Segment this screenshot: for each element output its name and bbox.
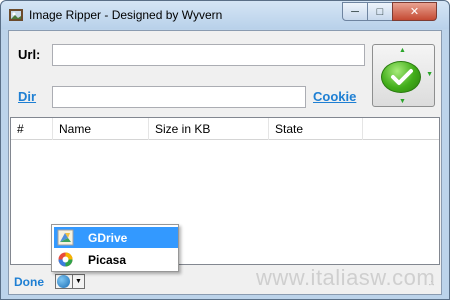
checkmark-icon (381, 61, 421, 93)
window-title: Image Ripper - Designed by Wyvern (29, 8, 223, 22)
gdrive-icon (57, 229, 74, 246)
column-header-size[interactable]: Size in KB (149, 118, 269, 140)
arrow-down-icon: ▼ (399, 98, 406, 105)
close-button[interactable]: ✕ (392, 2, 437, 21)
arrow-up-icon: ▲ (399, 47, 406, 54)
menu-item-label: Picasa (88, 253, 127, 267)
host-dropdown-menu: GDrive Picasa (51, 224, 179, 272)
globe-icon (57, 275, 70, 288)
url-input[interactable] (52, 44, 365, 66)
picasa-icon (58, 252, 73, 267)
dir-link[interactable]: Dir (18, 89, 36, 104)
column-header-state[interactable]: State (269, 118, 363, 140)
close-icon: ✕ (409, 6, 420, 18)
column-header-number[interactable]: # (11, 118, 53, 140)
menu-item-label: GDrive (88, 231, 128, 245)
minimize-icon: ─ (351, 5, 359, 18)
title-bar[interactable]: Image Ripper - Designed by Wyvern ─ □ ✕ (1, 1, 449, 29)
host-selector-button[interactable]: ▼ (55, 274, 85, 289)
menu-item-gdrive[interactable]: GDrive (54, 227, 178, 248)
cookie-link[interactable]: Cookie (313, 89, 356, 104)
column-header-name[interactable]: Name (53, 118, 149, 140)
start-button[interactable]: ▲ ▼ ▼ (372, 44, 435, 107)
dropdown-arrow-icon: ▼ (72, 275, 84, 288)
maximize-icon: □ (376, 5, 384, 18)
status-text: Done (14, 275, 44, 289)
watermark: www.italiasw.com (256, 265, 436, 290)
app-icon (9, 9, 23, 21)
minimize-button[interactable]: ─ (342, 2, 368, 21)
menu-item-picasa[interactable]: Picasa (54, 249, 178, 270)
dir-input[interactable] (52, 86, 306, 108)
arrow-right-icon: ▼ (426, 71, 433, 78)
url-label: Url: (18, 47, 41, 62)
list-header: # Name Size in KB State (11, 118, 439, 140)
maximize-button[interactable]: □ (367, 2, 393, 21)
